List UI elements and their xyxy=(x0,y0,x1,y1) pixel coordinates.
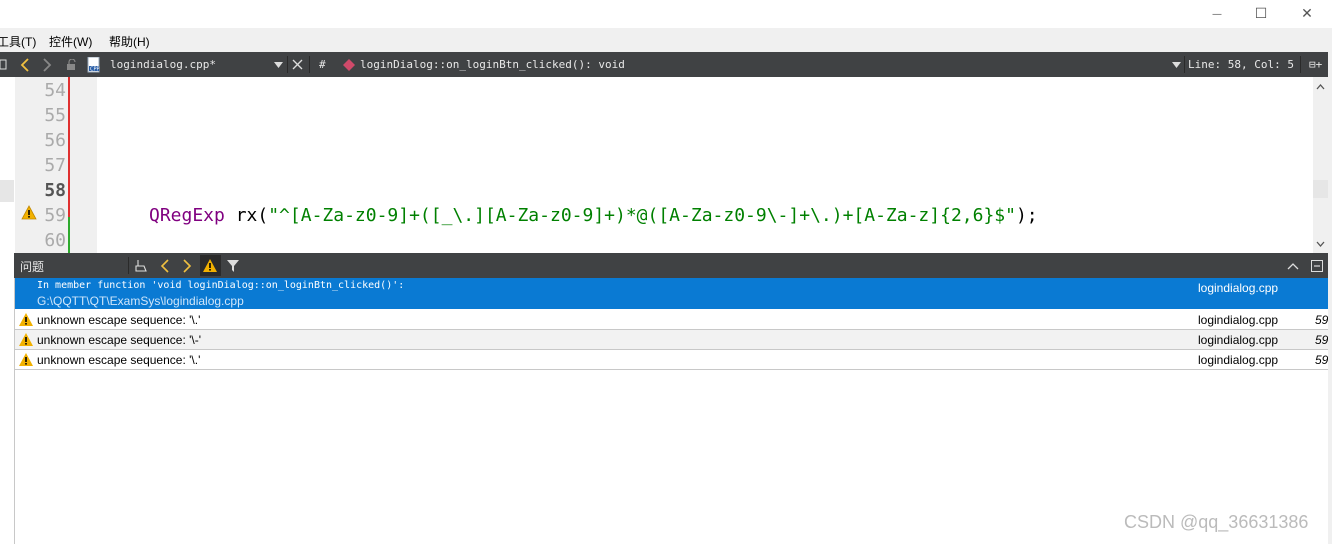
next-issue-icon[interactable] xyxy=(182,259,192,273)
cursor-position[interactable]: Line: 58, Col: 5 xyxy=(1188,52,1294,77)
back-button[interactable] xyxy=(20,52,30,77)
line-number: 54 xyxy=(44,80,66,101)
line-number-current: 58 xyxy=(44,180,66,201)
clean-icon[interactable] xyxy=(135,259,149,273)
menu-tools[interactable]: 工具(T) xyxy=(0,33,36,50)
symbol-selector[interactable]: loginDialog::on_loginBtn_clicked(): void xyxy=(360,52,625,77)
issue-line: 59 xyxy=(1315,353,1329,367)
issue-line: 59 xyxy=(1315,333,1329,347)
maximize-panel-icon[interactable] xyxy=(1287,261,1299,271)
menu-widgets[interactable]: 控件(W) xyxy=(49,33,92,50)
issue-file: logindialog.cpp xyxy=(1198,313,1279,327)
minimize-button[interactable]: — xyxy=(1194,0,1240,28)
warning-icon xyxy=(19,333,33,346)
warning-icon xyxy=(19,353,33,366)
issue-row[interactable]: unknown escape sequence: '\.' logindialo… xyxy=(15,350,1329,370)
line-number: 60 xyxy=(44,230,66,251)
toggle-sidebar-icon[interactable] xyxy=(0,52,8,77)
scrollbar-thumb[interactable] xyxy=(1313,180,1328,198)
line-number: 55 xyxy=(44,105,66,126)
chevron-left-icon xyxy=(20,57,29,72)
close-panel-icon[interactable] xyxy=(1311,260,1323,272)
svg-text:CPP: CPP xyxy=(90,66,100,72)
filter-icon[interactable] xyxy=(227,260,241,273)
issue-message: In member function 'void loginDialog::on… xyxy=(37,280,405,291)
fold-margin xyxy=(70,77,97,253)
close-icon: ✕ xyxy=(1301,6,1313,22)
chevron-right-icon xyxy=(43,57,52,72)
file-dropdown-icon[interactable] xyxy=(274,52,283,77)
watermark: CSDN @qq_36631386 xyxy=(1124,512,1309,532)
forward-button[interactable] xyxy=(42,52,52,77)
code-identifier: rx( xyxy=(224,205,269,226)
menu-help[interactable]: 帮助(H) xyxy=(109,33,150,50)
line-number: 56 xyxy=(44,130,66,151)
code-string: "^[A-Za-z0-9]+([_\.][A-Za-z0-9]+)*@([A-Z… xyxy=(268,205,1016,226)
code-editor[interactable]: 54 55 56 57 58 59 60 QRegExp rx("^[A-Za-… xyxy=(0,77,1328,253)
issue-message: unknown escape sequence: '\.' xyxy=(37,313,201,327)
warnings-filter-toggle[interactable] xyxy=(200,255,221,276)
warning-icon[interactable] xyxy=(21,205,37,221)
code-type: QRegExp xyxy=(149,205,225,226)
function-icon xyxy=(343,52,355,77)
line-number: 57 xyxy=(44,155,66,176)
issue-file: logindialog.cpp xyxy=(1198,333,1279,347)
cpp-file-icon: CPP xyxy=(87,52,101,77)
issues-panel-header: 问题 xyxy=(14,253,1328,278)
close-document-button[interactable] xyxy=(292,52,303,77)
close-button[interactable]: ✕ xyxy=(1284,0,1330,28)
issue-path: G:\QQTT\QT\ExamSys\logindialog.cpp xyxy=(37,294,244,308)
issue-row-selected[interactable]: In member function 'void loginDialog::on… xyxy=(15,278,1329,309)
issue-row[interactable]: unknown escape sequence: '\.' logindialo… xyxy=(15,310,1329,330)
issues-list: In member function 'void loginDialog::on… xyxy=(14,278,1329,544)
maximize-icon: ☐ xyxy=(1254,6,1268,22)
issue-file: logindialog.cpp xyxy=(1198,281,1279,295)
close-icon xyxy=(292,59,303,70)
scroll-down-icon[interactable] xyxy=(1313,237,1328,251)
issue-message: unknown escape sequence: '\.' xyxy=(37,353,201,367)
previous-issue-icon[interactable] xyxy=(160,259,170,273)
minimize-icon: — xyxy=(1212,8,1222,20)
saved-line-marker xyxy=(68,217,70,253)
warning-icon xyxy=(19,313,33,326)
modified-line-marker xyxy=(68,77,70,217)
open-file-selector[interactable]: logindialog.cpp* xyxy=(110,52,216,77)
code-line-59: QRegExp rx("^[A-Za-z0-9]+([_\.][A-Za-z0-… xyxy=(149,203,1038,228)
lock-icon xyxy=(66,52,78,77)
hash-label: # xyxy=(319,58,326,71)
issues-panel-title: 问题 xyxy=(20,260,45,274)
window-edge xyxy=(1328,52,1332,544)
current-line-indicator xyxy=(0,180,14,202)
title-bar: — ☐ ✕ xyxy=(0,0,1332,28)
warning-icon xyxy=(203,259,217,272)
menu-bar: 工具(T) 控件(W) 帮助(H) xyxy=(0,28,1332,52)
code-end: ); xyxy=(1015,205,1038,226)
symbol-dropdown-icon[interactable] xyxy=(1172,52,1181,77)
issue-line: 59 xyxy=(1315,313,1329,327)
issue-file: logindialog.cpp xyxy=(1198,353,1279,367)
vertical-scrollbar[interactable] xyxy=(1313,77,1328,253)
issue-message: unknown escape sequence: '\-' xyxy=(37,333,202,347)
maximize-button[interactable]: ☐ xyxy=(1238,0,1284,28)
scroll-up-icon[interactable] xyxy=(1313,80,1328,94)
split-editor-button[interactable]: ⊟+ xyxy=(1309,52,1322,77)
editor-toolbar: CPP logindialog.cpp* # loginDialog::on_l… xyxy=(0,52,1328,77)
issue-row[interactable]: unknown escape sequence: '\-' logindialo… xyxy=(15,330,1329,350)
